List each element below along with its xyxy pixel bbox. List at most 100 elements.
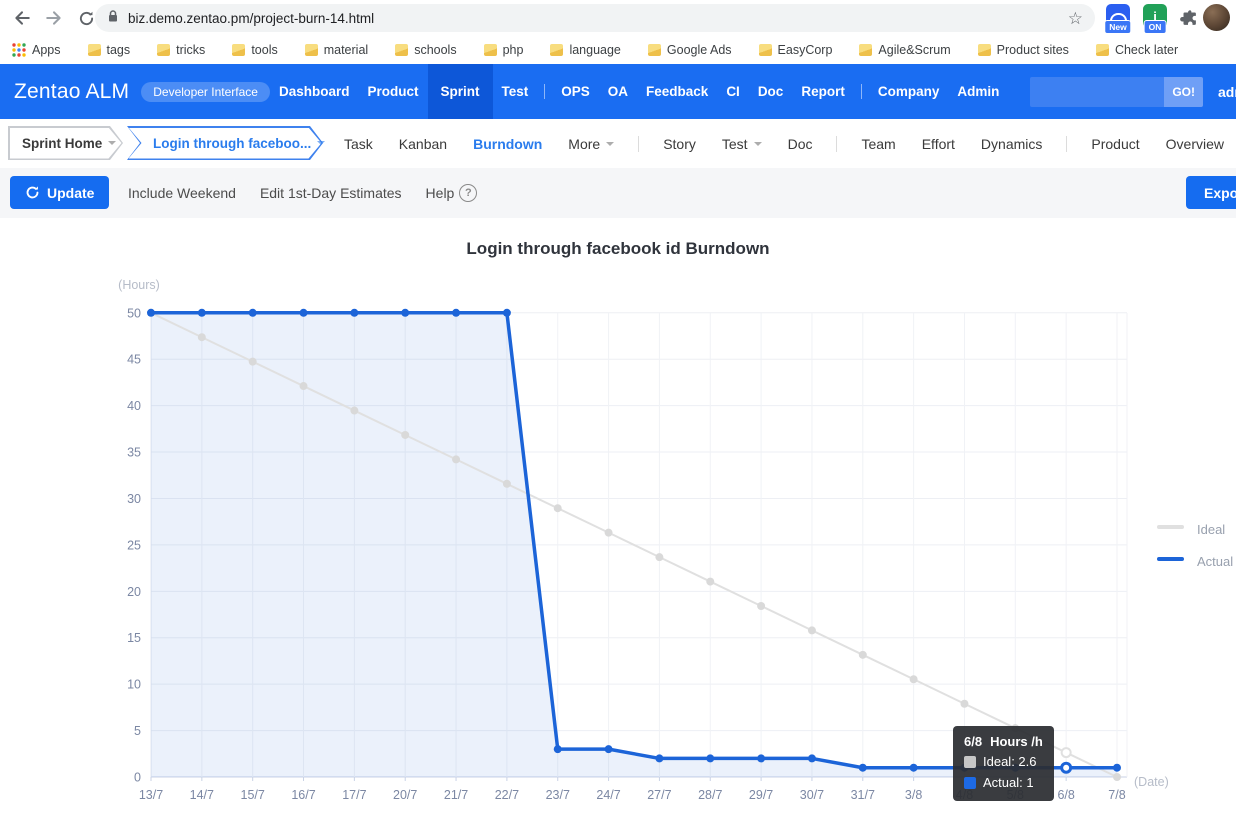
tab-overview[interactable]: Overview — [1166, 136, 1224, 152]
svg-text:50: 50 — [127, 306, 141, 320]
bookmarks-bar: Apps tags tricks tools material schools … — [0, 36, 1236, 64]
folder-icon — [1096, 44, 1109, 56]
svg-text:7/8: 7/8 — [1108, 788, 1125, 802]
tab-kanban[interactable]: Kanban — [399, 136, 447, 152]
sprint-home-dropdown[interactable]: Sprint Home — [8, 126, 123, 160]
url-bar[interactable]: biz.demo.zentao.pm/project-burn-14.html … — [95, 4, 1095, 32]
tab-test[interactable]: Test — [722, 136, 762, 152]
menu-oa[interactable]: OA — [599, 64, 637, 119]
header-search: GO! — [1030, 77, 1203, 107]
sub-navigation: Sprint Home Login through faceboo... Tas… — [0, 119, 1236, 169]
bookmark-item[interactable]: schools — [395, 43, 456, 57]
bookmark-item[interactable]: Google Ads — [648, 43, 732, 57]
svg-text:Actual: Actual — [1197, 554, 1233, 569]
svg-text:24/7: 24/7 — [596, 788, 620, 802]
export-button[interactable]: Export — [1186, 176, 1236, 209]
chevron-down-icon — [606, 142, 614, 146]
reload-icon[interactable] — [76, 8, 96, 28]
search-input[interactable] — [1030, 77, 1164, 107]
menu-ops[interactable]: OPS — [552, 64, 599, 119]
divider — [861, 84, 862, 99]
extensions-puzzle-icon[interactable] — [1178, 7, 1198, 27]
bookmark-item[interactable]: tricks — [157, 43, 205, 57]
menu-sprint[interactable]: Sprint — [428, 64, 493, 119]
svg-text:40: 40 — [127, 399, 141, 413]
svg-text:45: 45 — [127, 353, 141, 367]
folder-icon — [395, 44, 408, 56]
folder-icon — [484, 44, 497, 56]
bookmark-item[interactable]: Check later — [1096, 43, 1178, 57]
menu-doc[interactable]: Doc — [749, 64, 793, 119]
bookmark-item[interactable]: Agile&Scrum — [859, 43, 950, 57]
extension-badge: ON — [1144, 20, 1167, 34]
tab-task[interactable]: Task — [344, 136, 373, 152]
svg-text:27/7: 27/7 — [647, 788, 671, 802]
tab-story[interactable]: Story — [663, 136, 696, 152]
svg-text:31/7: 31/7 — [851, 788, 875, 802]
chevron-down-icon — [317, 141, 325, 145]
update-button[interactable]: Update — [10, 176, 109, 209]
apps-button[interactable]: Apps — [12, 43, 61, 57]
tab-doc[interactable]: Doc — [788, 136, 813, 152]
svg-text:20/7: 20/7 — [393, 788, 417, 802]
divider — [544, 84, 545, 99]
folder-icon — [648, 44, 661, 56]
folder-icon — [759, 44, 772, 56]
extension-icon-on[interactable]: i ON — [1143, 4, 1167, 28]
svg-text:16/7: 16/7 — [291, 788, 315, 802]
menu-dashboard[interactable]: Dashboard — [270, 64, 359, 119]
edit-estimates-link[interactable]: Edit 1st-Day Estimates — [260, 185, 402, 201]
svg-text:10: 10 — [127, 678, 141, 692]
svg-text:25: 25 — [127, 538, 141, 552]
menu-test[interactable]: Test — [493, 64, 538, 119]
menu-report[interactable]: Report — [792, 64, 854, 119]
search-go-button[interactable]: GO! — [1164, 77, 1203, 107]
tab-burndown[interactable]: Burndown — [473, 136, 542, 152]
tab-product[interactable]: Product — [1091, 136, 1139, 152]
svg-text:6/8: 6/8 — [1057, 788, 1074, 802]
app-logo[interactable]: Zentao ALM — [14, 80, 129, 104]
svg-text:5: 5 — [134, 724, 141, 738]
bookmark-item[interactable]: php — [484, 43, 524, 57]
bookmark-item[interactable]: material — [305, 43, 368, 57]
back-icon[interactable] — [12, 8, 32, 28]
tooltip-actual-row: Actual: 1 — [964, 772, 1043, 793]
svg-text:15/7: 15/7 — [241, 788, 265, 802]
project-dropdown[interactable]: Login through faceboo... — [127, 126, 323, 160]
bookmark-item[interactable]: language — [550, 43, 620, 57]
bookmark-star-icon[interactable]: ☆ — [1068, 10, 1083, 27]
menu-ci[interactable]: CI — [717, 64, 749, 119]
bookmark-item[interactable]: tags — [88, 43, 131, 57]
actual-swatch — [964, 777, 976, 789]
menu-company[interactable]: Company — [869, 64, 949, 119]
menu-admin[interactable]: Admin — [948, 64, 1008, 119]
extension-icon-new[interactable]: New — [1106, 4, 1130, 28]
svg-text:3/8: 3/8 — [905, 788, 922, 802]
bookmark-item[interactable]: EasyCorp — [759, 43, 833, 57]
forward-icon[interactable] — [44, 8, 64, 28]
bookmark-item[interactable]: Product sites — [978, 43, 1069, 57]
help-link[interactable]: Help ? — [426, 184, 478, 202]
browser-profile-avatar[interactable] — [1203, 4, 1230, 31]
tab-team[interactable]: Team — [861, 136, 895, 152]
tab-dynamics[interactable]: Dynamics — [981, 136, 1042, 152]
url-text[interactable]: biz.demo.zentao.pm/project-burn-14.html — [128, 11, 1068, 26]
chart-title: Login through facebook id Burndown — [0, 239, 1236, 259]
svg-text:Ideal: Ideal — [1197, 522, 1225, 537]
folder-icon — [232, 44, 245, 56]
browser-toolbar: biz.demo.zentao.pm/project-burn-14.html … — [0, 0, 1236, 36]
user-menu[interactable]: admin — [1218, 84, 1236, 100]
screen: biz.demo.zentao.pm/project-burn-14.html … — [0, 0, 1236, 828]
ideal-swatch — [964, 756, 976, 768]
folder-icon — [550, 44, 563, 56]
chevron-down-icon — [754, 142, 762, 146]
include-weekend-link[interactable]: Include Weekend — [128, 185, 236, 201]
svg-text:30/7: 30/7 — [800, 788, 824, 802]
svg-text:35: 35 — [127, 446, 141, 460]
folder-icon — [305, 44, 318, 56]
menu-feedback[interactable]: Feedback — [637, 64, 717, 119]
tab-effort[interactable]: Effort — [922, 136, 955, 152]
tab-more[interactable]: More — [568, 136, 614, 152]
bookmark-item[interactable]: tools — [232, 43, 277, 57]
menu-product[interactable]: Product — [358, 64, 427, 119]
